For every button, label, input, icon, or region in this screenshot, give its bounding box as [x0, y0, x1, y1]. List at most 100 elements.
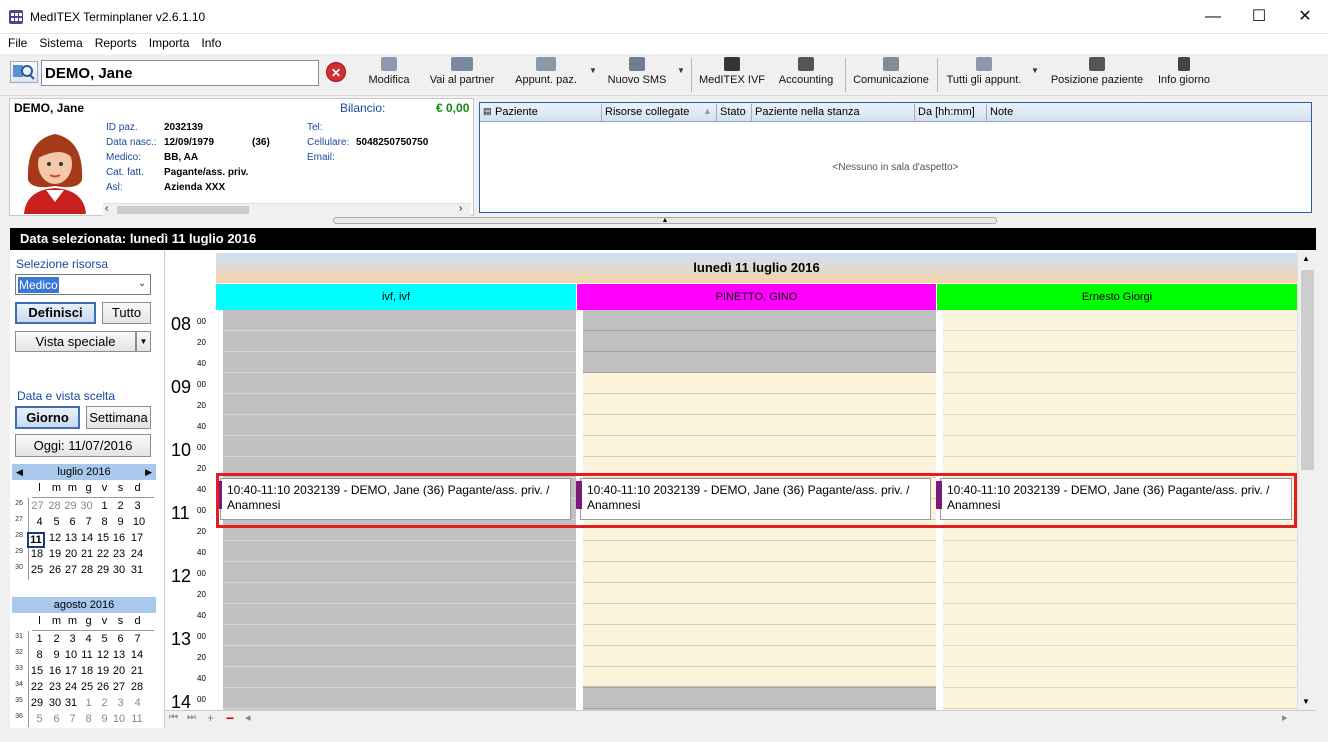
communication-icon [883, 57, 899, 71]
appointments-dropdown-arrow[interactable]: ▼ [589, 66, 597, 75]
patient-id-value: 2032139 [164, 122, 203, 133]
email-label: Email: [307, 152, 335, 163]
all-appointments-button[interactable]: Tutti gli appunt. [944, 57, 1024, 93]
schedule-day-header: lunedì 11 luglio 2016 [216, 253, 1297, 283]
menu-sistema[interactable]: Sistema [33, 34, 88, 52]
chevron-up-icon[interactable]: ▲ [662, 217, 669, 224]
week-view-button[interactable]: Settimana [86, 406, 151, 429]
highlight-box [216, 473, 1297, 528]
add-icon[interactable]: + [207, 711, 214, 725]
prev-month-icon[interactable]: ◀ [16, 464, 23, 480]
special-view-button[interactable]: Vista speciale [15, 331, 136, 352]
patient-search-button[interactable] [10, 61, 38, 83]
col-da-hhmm[interactable]: Da [hh:mm] [918, 106, 975, 118]
last-page-icon[interactable]: ⏭ [187, 712, 196, 723]
scroll-left-icon[interactable]: ‹ [105, 203, 108, 214]
day-view-button[interactable]: Giorno [15, 406, 80, 429]
communication-button[interactable]: Comunicazione [850, 57, 932, 93]
accounting-button[interactable]: Accounting [773, 57, 839, 93]
clear-patient-button[interactable]: ✕ [326, 62, 346, 82]
balance-label: Bilancio: [340, 101, 386, 115]
hour-label: 10 [171, 440, 192, 460]
new-sms-button[interactable]: Nuovo SMS [603, 57, 671, 93]
scroll-down-icon[interactable]: ▼ [1302, 697, 1310, 706]
schedule-bottom-bar: ⏮ ⏭ + − ◂ ▸ [165, 710, 1316, 728]
scroll-right-icon[interactable]: › [459, 203, 462, 214]
special-view-dropdown[interactable]: ▼ [136, 331, 151, 352]
sms-dropdown-arrow[interactable]: ▼ [677, 66, 685, 75]
scroll-right-icon[interactable]: ▸ [1282, 711, 1288, 724]
asl-label: Asl: [106, 182, 123, 193]
sms-icon [629, 57, 645, 71]
calendar-week: 27 4 5 6 7 8 9 10 [15, 516, 146, 528]
toolbar-separator [691, 58, 692, 92]
hour-label: 11 [171, 503, 190, 523]
all-appointments-dropdown-arrow[interactable]: ▼ [1031, 66, 1039, 75]
calendar-august: agosto 2016 lmmgvsd 31 1234567 32 8 9 10 11… [12, 597, 156, 727]
resource-header-giorgi[interactable]: Ernesto Giorgi [937, 284, 1297, 310]
balance-value: € 0,00 [436, 101, 470, 115]
col-note[interactable]: Note [990, 106, 1013, 118]
maximize-button[interactable]: ☐ [1236, 0, 1282, 34]
cell-value: 5048250750750 [356, 137, 429, 148]
calendar-week: 30 25 26 27 28 29 30 31 [15, 564, 144, 576]
menu-importa[interactable]: Importa [143, 34, 196, 52]
menu-file[interactable]: File [0, 34, 33, 52]
calendar-week: 31 1234567 [15, 633, 141, 645]
calendar-july: ◀ luglio 2016 ▶ lmmgvsd 26 27 28 29 30 1 2 3 2… [12, 464, 156, 580]
menu-bar: File Sistema Reports Importa Info [0, 34, 1328, 54]
remove-icon[interactable]: − [226, 710, 234, 726]
calendar-week: 36 5 6 7 8 9 10 11 [15, 713, 143, 725]
col-paziente[interactable]: Paziente [495, 106, 538, 118]
info-horizontal-scrollbar[interactable]: ‹ › [103, 203, 471, 216]
col-risorse-collegate[interactable]: Risorse collegate [605, 106, 689, 118]
patient-appointments-button[interactable]: Appunt. paz. [510, 57, 582, 93]
selected-date-bar: Data selezionata: lunedì 11 luglio 2016 [10, 228, 1316, 250]
close-button[interactable]: ✕ [1282, 0, 1328, 34]
modifica-button[interactable]: Modifica [364, 57, 414, 93]
calendar-week: 28 11 12 13 14 15 16 17 [15, 532, 144, 548]
resource-header-pinetto[interactable]: PINETTO, GINO [577, 284, 936, 310]
search-icon [13, 65, 35, 80]
patient-search-input[interactable] [41, 60, 319, 86]
all-button[interactable]: Tutto [102, 302, 151, 324]
hour-label: 08 [171, 314, 192, 334]
menu-info[interactable]: Info [195, 34, 227, 52]
billing-label: Cat. fatt. [106, 167, 144, 178]
calendar-week: 32 8 9 10 11 12 13 14 [15, 649, 144, 661]
hour-label: 09 [171, 377, 192, 397]
resource-header-ivf[interactable]: ivf, ivf [216, 284, 576, 310]
patient-position-button[interactable]: Posizione paziente [1049, 57, 1145, 93]
scroll-thumb[interactable] [117, 206, 249, 214]
col-stato[interactable]: Stato [720, 106, 746, 118]
ivf-icon [724, 57, 740, 71]
first-page-icon[interactable]: ⏮ [169, 712, 178, 723]
today-date[interactable]: 11 [27, 532, 45, 548]
weekday-header: lmmgvsd [38, 615, 141, 627]
minimize-button[interactable]: — [1190, 0, 1236, 34]
meditex-ivf-button[interactable]: MedITEX IVF [698, 57, 766, 93]
chevron-down-icon[interactable]: ⌄ [138, 278, 146, 289]
column-chooser-icon[interactable]: ▤ [483, 106, 492, 117]
resource-select[interactable]: Medico ⌄ [15, 274, 151, 295]
menu-reports[interactable]: Reports [89, 34, 143, 52]
day-info-button[interactable]: Info giorno [1154, 57, 1214, 93]
calendar-week: 33 15 16 17 18 19 20 21 [15, 665, 144, 677]
sort-asc-icon: ▲ [703, 106, 712, 116]
scroll-thumb[interactable] [1301, 270, 1314, 470]
partner-button[interactable]: Vai al partner [425, 57, 499, 93]
scroll-up-icon[interactable]: ▲ [1302, 254, 1310, 263]
scroll-left-icon[interactable]: ◂ [245, 711, 251, 724]
schedule-vertical-scrollbar[interactable]: ▲ ▼ [1297, 250, 1316, 710]
appointments-icon [536, 57, 556, 71]
calendar-month-header: agosto 2016 [12, 597, 156, 613]
app-icon [9, 10, 23, 24]
dob-value: 12/09/1979 [164, 137, 215, 148]
panel-splitter[interactable]: ▲ [333, 217, 997, 224]
next-month-icon[interactable]: ▶ [145, 464, 152, 480]
partner-icon [451, 57, 473, 71]
hour-label: 13 [171, 629, 192, 649]
today-button[interactable]: Oggi: 11/07/2016 [15, 434, 151, 457]
define-button[interactable]: Definisci [15, 302, 96, 324]
col-paziente-nella-stanza[interactable]: Paziente nella stanza [755, 106, 860, 118]
